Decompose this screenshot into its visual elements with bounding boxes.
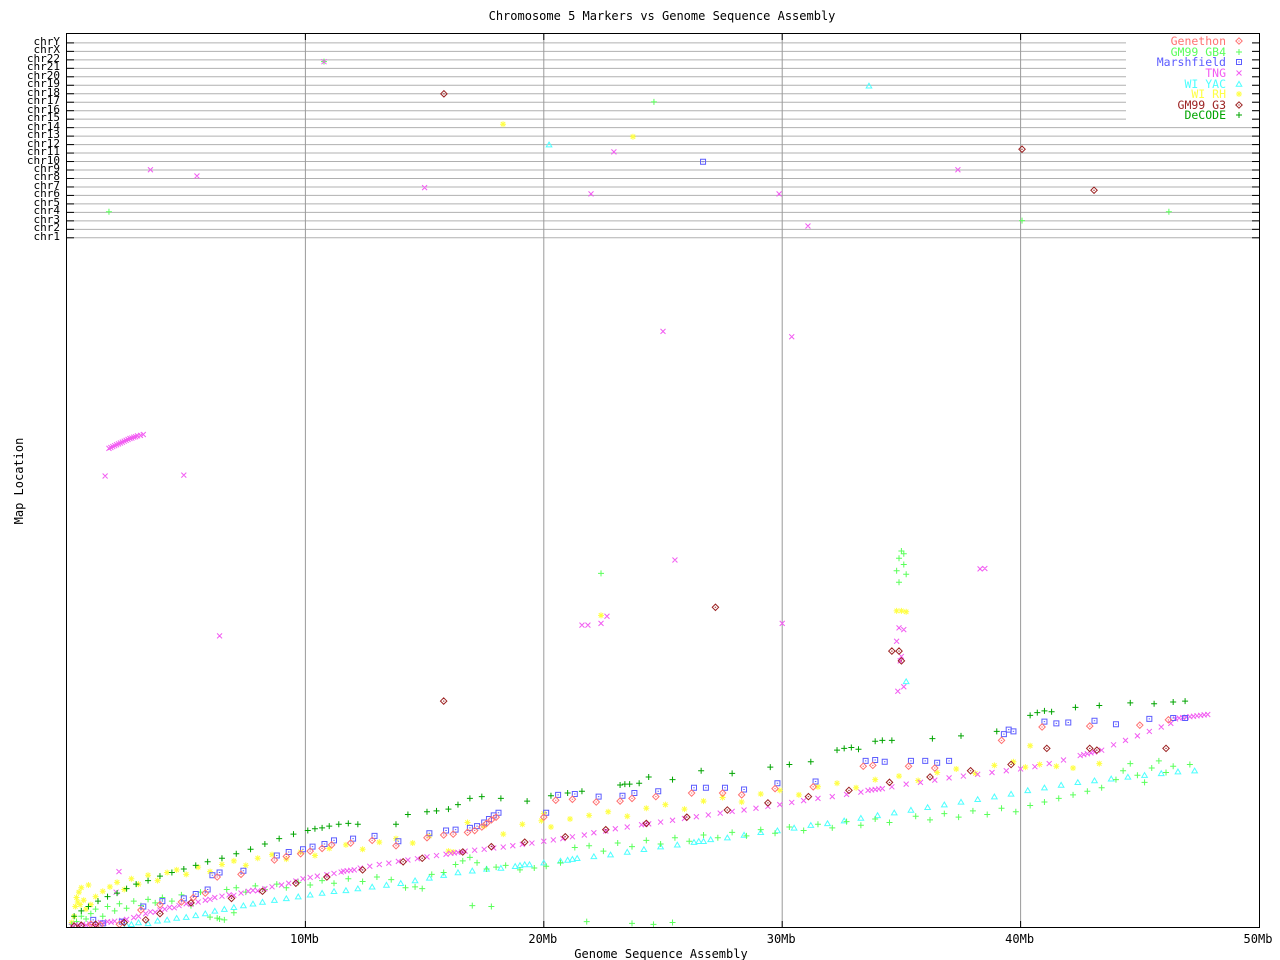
series-genethon <box>86 715 1173 927</box>
chart-canvas: Chromosome 5 Markers vs Genome Sequence … <box>0 0 1280 960</box>
x-tick-label: 20Mb <box>528 932 558 946</box>
x-tick-label: 40Mb <box>1005 932 1035 946</box>
x-tick-label: 50Mb <box>1243 932 1273 946</box>
chart-title: Chromosome 5 Markers vs Genome Sequence … <box>488 9 836 23</box>
chromosome-row-label: chr1 <box>33 229 61 243</box>
scatter-plot-svg <box>67 34 1259 927</box>
legend-marker-icon <box>1226 109 1252 121</box>
series-marshfield <box>90 158 1189 927</box>
series-wi-rh <box>68 121 1103 926</box>
legend: Genethon GM99 GB4 Marshfield TNG WI YAC WI RH… <box>1126 36 1252 121</box>
x-tick-label: 30Mb <box>766 932 796 946</box>
plot-area <box>66 33 1260 928</box>
x-axis-label: Genome Sequence Assembly <box>574 947 748 960</box>
legend-label: DeCODE <box>1184 108 1226 123</box>
series-tng <box>68 58 1211 927</box>
legend-item-decode: DeCODE <box>1126 110 1252 121</box>
y-axis-label: Map Location <box>12 437 26 525</box>
series-wi-yac <box>123 82 1199 927</box>
x-tick-label: 10Mb <box>289 932 319 946</box>
